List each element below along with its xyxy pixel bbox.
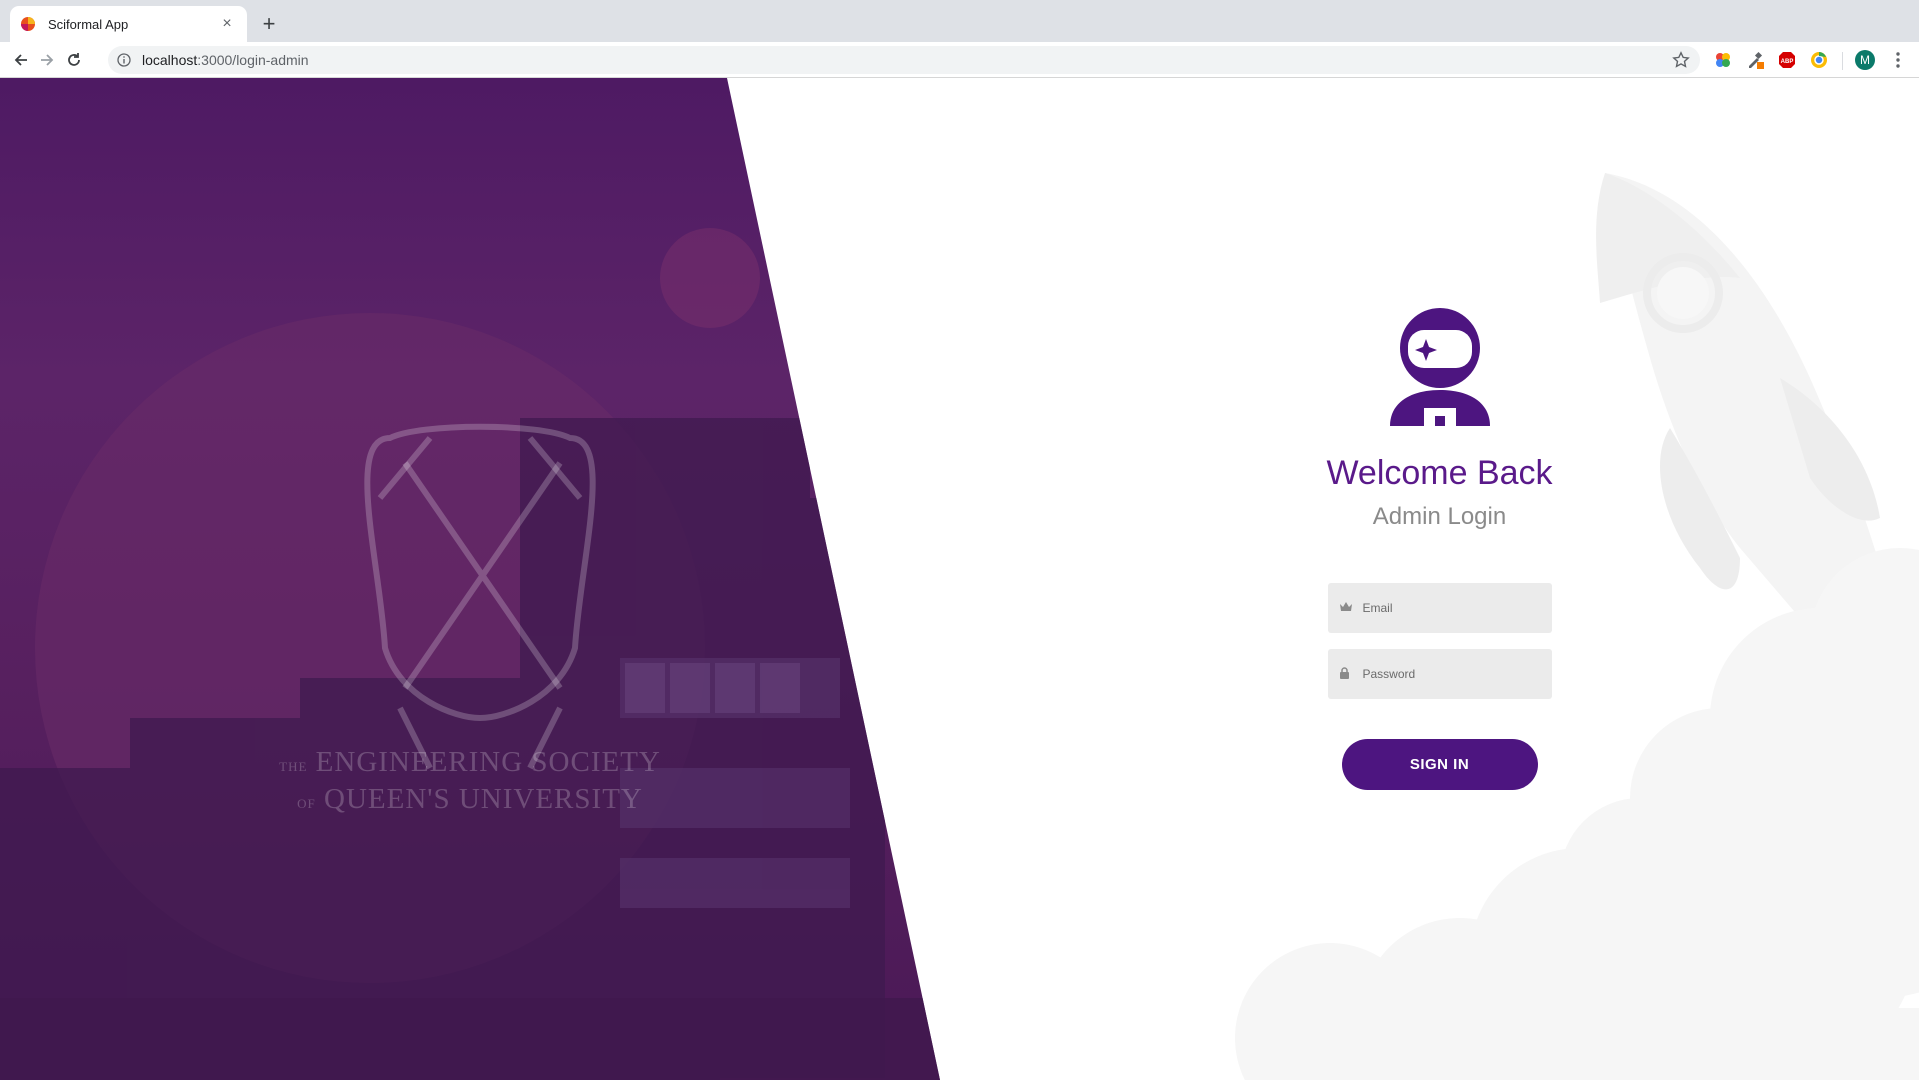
menu-dots-icon[interactable] bbox=[1890, 50, 1906, 70]
star-icon[interactable] bbox=[1672, 51, 1690, 69]
adblock-icon[interactable]: ABP bbox=[1778, 51, 1796, 69]
reload-icon bbox=[68, 53, 80, 66]
crest-prefix-the: THE bbox=[279, 759, 308, 774]
login-form: Welcome Back Admin Login SIGN IN bbox=[1318, 308, 1561, 790]
crest-line2: QUEEN'S UNIVERSITY bbox=[324, 783, 643, 815]
tab-title: Sciformal App bbox=[48, 16, 129, 32]
astronaut-icon bbox=[1389, 308, 1490, 426]
crest-text: THE ENGINEERING SOCIETY OF QUEEN'S UNIVE… bbox=[250, 746, 690, 820]
reload-button[interactable] bbox=[61, 47, 87, 73]
url-path: :3000/login-admin bbox=[197, 52, 309, 68]
eyedropper-extension-icon[interactable] bbox=[1746, 51, 1764, 69]
back-arrow-icon bbox=[14, 54, 27, 66]
sign-in-button[interactable]: SIGN IN bbox=[1341, 739, 1538, 790]
welcome-title: Welcome Back bbox=[1326, 454, 1553, 492]
toolbar-divider bbox=[1842, 52, 1843, 70]
forward-button[interactable] bbox=[34, 47, 60, 73]
svg-text:ABP: ABP bbox=[1781, 59, 1794, 65]
back-button[interactable] bbox=[8, 47, 34, 73]
new-tab-button[interactable]: + bbox=[258, 13, 280, 35]
email-field[interactable] bbox=[1327, 583, 1552, 633]
password-field[interactable] bbox=[1327, 649, 1552, 699]
color-extension-icon[interactable] bbox=[1714, 51, 1732, 69]
password-input[interactable] bbox=[1327, 649, 1552, 699]
login-subtitle: Admin Login bbox=[1372, 503, 1507, 530]
browser-tabstrip: Sciformal App × + bbox=[0, 0, 1919, 42]
info-icon[interactable] bbox=[117, 53, 131, 67]
forward-arrow-icon bbox=[41, 54, 54, 66]
tab-favicon-icon bbox=[21, 17, 35, 31]
chrome-extension-icon[interactable] bbox=[1810, 51, 1828, 69]
crest-prefix-of: OF bbox=[297, 796, 316, 811]
email-input[interactable] bbox=[1327, 583, 1552, 633]
crest-line1: ENGINEERING SOCIETY bbox=[315, 746, 661, 778]
close-icon[interactable]: × bbox=[217, 14, 237, 34]
browser-tab[interactable]: Sciformal App × bbox=[10, 6, 247, 42]
url-host: localhost bbox=[142, 52, 198, 68]
browser-toolbar: localhost:3000/login-admin ABP M bbox=[0, 42, 1919, 78]
profile-avatar[interactable]: M bbox=[1855, 50, 1875, 70]
login-page: THE ENGINEERING SOCIETY OF QUEEN'S UNIVE… bbox=[0, 78, 1919, 1080]
url-text[interactable]: localhost:3000/login-admin bbox=[142, 52, 309, 68]
address-bar[interactable]: localhost:3000/login-admin bbox=[108, 46, 1700, 74]
